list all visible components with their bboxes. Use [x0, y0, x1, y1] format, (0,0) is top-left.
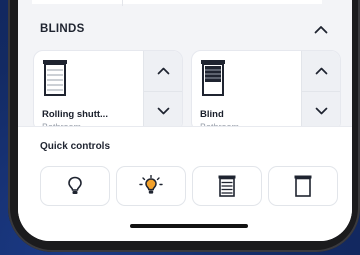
home-indicator[interactable] — [130, 224, 248, 228]
quick-controls-title: Quick controls — [40, 141, 111, 152]
previous-card-edge — [32, 0, 322, 4]
app-screen: BLINDS Rolling shutt... Bathroom — [18, 0, 352, 241]
lights-off-button[interactable] — [40, 166, 110, 206]
device-name: Blind — [200, 109, 224, 120]
close-blind-button[interactable] — [144, 91, 182, 131]
chevron-up-icon — [157, 67, 169, 75]
shutter-open-icon — [294, 175, 312, 197]
blind-icon — [201, 60, 225, 96]
collapse-blinds-button[interactable] — [310, 18, 332, 40]
open-all-blinds-button[interactable] — [268, 166, 338, 206]
open-blind-button[interactable] — [144, 51, 182, 92]
blind-card-blind[interactable]: Blind Bathroom — [191, 50, 341, 132]
rolling-shutter-icon — [43, 60, 67, 96]
lights-on-button[interactable] — [116, 166, 186, 206]
blind-controls — [301, 51, 340, 131]
device-name: Rolling shutt... — [42, 109, 108, 120]
blind-controls — [143, 51, 182, 131]
chevron-down-icon — [157, 107, 169, 115]
chevron-down-icon — [315, 107, 327, 115]
bulb-off-icon — [68, 176, 82, 194]
chevron-up-icon — [315, 67, 327, 75]
chevron-up-icon — [314, 25, 328, 33]
close-all-blinds-button[interactable] — [192, 166, 262, 206]
open-blind-button[interactable] — [302, 51, 340, 92]
close-blind-button[interactable] — [302, 91, 340, 131]
blind-card-rolling-shutter[interactable]: Rolling shutt... Bathroom — [33, 50, 183, 132]
bulb-on-icon — [139, 175, 163, 194]
previous-card-divider — [122, 0, 123, 6]
shutter-closed-icon — [218, 175, 236, 197]
blinds-section-title: BLINDS — [40, 23, 85, 35]
